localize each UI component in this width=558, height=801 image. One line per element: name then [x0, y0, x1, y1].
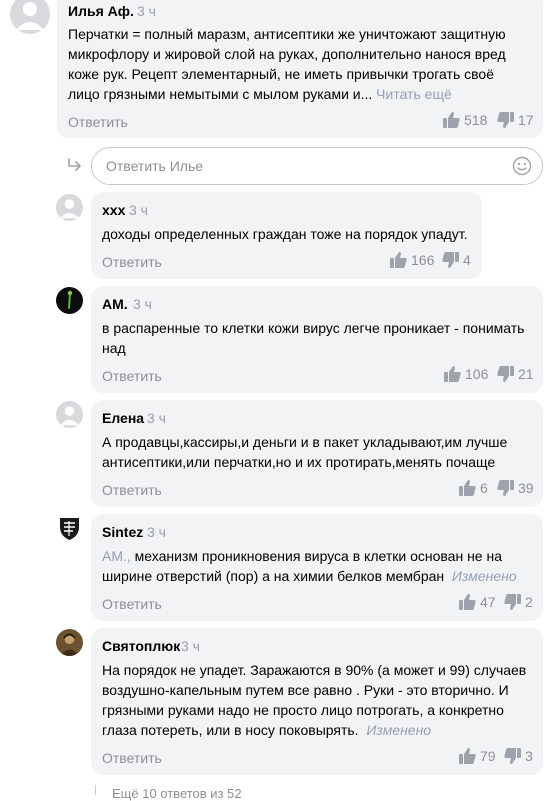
comment-line: коже рук. Рецепт элементарный, не иметь …	[68, 66, 494, 82]
like-button[interactable]: 6	[459, 480, 488, 496]
reply-arrow-icon	[68, 158, 81, 171]
like-count: 6	[480, 480, 488, 496]
thumbs-up-icon	[459, 748, 476, 764]
comment-text: AM., механизм проникновения вируса в кле…	[102, 546, 517, 586]
like-count: 106	[465, 366, 489, 382]
reply-button[interactable]: Ответить	[102, 482, 162, 498]
avatar[interactable]	[56, 194, 83, 221]
reply-button[interactable]: Ответить	[102, 368, 162, 384]
reply-button[interactable]: Ответить	[102, 254, 162, 270]
comment-author[interactable]: AM.	[102, 296, 128, 312]
comment-time: 3 ч	[147, 524, 166, 540]
thumbs-up-icon	[390, 252, 407, 268]
comment-line: в распаренные то клетки кожи вирус легче…	[102, 320, 525, 336]
avatar[interactable]	[56, 629, 83, 656]
comment-line: воздушно-капельным путем все равно . Рук…	[102, 682, 509, 698]
dislike-button[interactable]: 17	[497, 112, 534, 128]
comment-line: механизм проникновения вируса в клетки о…	[134, 548, 502, 564]
dislike-button[interactable]: 3	[504, 748, 533, 764]
comment-line: Перчатки = полный маразм, антисептики же…	[68, 26, 506, 42]
thread-line	[95, 785, 96, 795]
comment-text: доходы определенных граждан тоже на поря…	[102, 224, 468, 244]
reply-input-placeholder: Ответить Илье	[106, 158, 204, 174]
comment-time: 3 ч	[129, 202, 148, 218]
like-button[interactable]: 47	[459, 594, 496, 610]
dislike-button[interactable]: 21	[497, 366, 534, 382]
more-replies-link[interactable]: Ещё 10 ответов из 52	[112, 786, 242, 801]
comment-author[interactable]: Илья Аф.	[68, 3, 134, 19]
like-button[interactable]: 79	[459, 748, 496, 764]
thumbs-down-icon	[442, 252, 459, 268]
like-count: 518	[464, 112, 488, 128]
dislike-count: 3	[525, 748, 533, 764]
reply-button[interactable]: Ответить	[68, 114, 128, 130]
dislike-button[interactable]: 39	[497, 480, 534, 496]
comment-line: лицо грязными немытыми с мылом руками и.…	[68, 86, 373, 102]
dislike-count: 17	[518, 112, 534, 128]
comment-text: А продавцы,кассиры,и деньги и в пакет ук…	[102, 432, 507, 472]
edited-label: Изменено	[451, 568, 517, 584]
comment-author[interactable]: Sintez	[102, 524, 143, 540]
comment-line: над	[102, 340, 126, 356]
avatar[interactable]	[56, 401, 83, 428]
comment-line: доходы определенных граждан тоже на поря…	[102, 226, 468, 242]
reply-button[interactable]: Ответить	[102, 596, 162, 612]
comment-line: грязными руками надо не просто лицо потр…	[102, 702, 504, 718]
thumbs-down-icon	[504, 748, 521, 764]
comment-time: 3 ч	[181, 638, 200, 654]
thumbs-up-icon	[444, 366, 461, 382]
dislike-count: 21	[518, 366, 534, 382]
thumbs-down-icon	[504, 594, 521, 610]
smiley-icon[interactable]	[512, 156, 532, 176]
comment-line: На порядок не упадет. Заражаются в 90% (…	[102, 662, 527, 678]
reply-input[interactable]: Ответить Илье	[91, 147, 543, 185]
avatar[interactable]	[56, 287, 83, 314]
user-mention[interactable]: AM.,	[102, 548, 131, 564]
comment-text: На порядок не упадет. Заражаются в 90% (…	[102, 660, 526, 740]
dislike-count: 2	[525, 594, 533, 610]
comment-text: в распаренные то клетки кожи вирус легче…	[102, 318, 524, 358]
like-count: 79	[480, 748, 496, 764]
comment-time: 3 ч	[133, 296, 152, 312]
dislike-count: 39	[518, 480, 534, 496]
avatar[interactable]	[56, 515, 83, 542]
edited-label: Изменено	[366, 722, 432, 738]
reply-button[interactable]: Ответить	[102, 750, 162, 766]
comment-line: А продавцы,кассиры,и деньги и в пакет ук…	[102, 434, 508, 450]
comment-text: Перчатки = полный маразм, антисептики же…	[68, 24, 506, 104]
read-more-link[interactable]: Читать ещё	[376, 86, 452, 102]
thumbs-down-icon	[497, 112, 514, 128]
thumbs-down-icon	[497, 366, 514, 382]
dislike-button[interactable]: 4	[442, 252, 471, 268]
like-count: 47	[480, 594, 496, 610]
comment-time: 3 ч	[137, 3, 156, 19]
comment-line: ширине отверстий (пор) а на химии белков…	[102, 568, 445, 584]
thumbs-down-icon	[497, 480, 514, 496]
dislike-count: 4	[463, 252, 471, 268]
comment-author[interactable]: Святоплюк	[102, 638, 180, 654]
thumbs-up-icon	[443, 112, 460, 128]
comment-line: антисептики,или перчатки,но и их протира…	[102, 454, 496, 470]
comment-author[interactable]: xxx	[102, 202, 125, 218]
comment-time: 3 ч	[147, 410, 166, 426]
like-button[interactable]: 518	[443, 112, 487, 128]
like-button[interactable]: 166	[390, 252, 434, 268]
like-count: 166	[411, 252, 435, 268]
thumbs-up-icon	[459, 594, 476, 610]
comment-author[interactable]: Елена	[102, 410, 144, 426]
comment-line: микрофлору и жировой слой на руках, допо…	[68, 46, 506, 62]
comment-line: глаза потереть, или в носу поковырять.	[102, 722, 359, 738]
avatar[interactable]	[10, 0, 50, 34]
like-button[interactable]: 106	[444, 366, 488, 382]
dislike-button[interactable]: 2	[504, 594, 533, 610]
thumbs-up-icon	[459, 480, 476, 496]
